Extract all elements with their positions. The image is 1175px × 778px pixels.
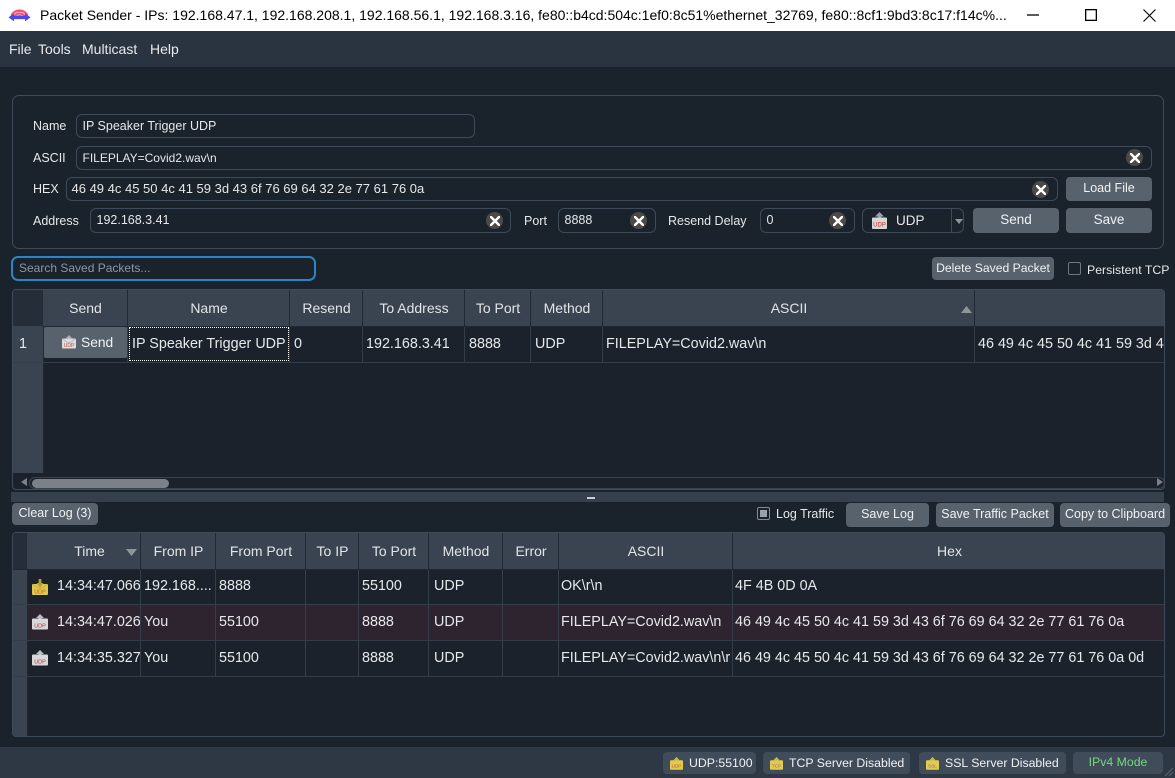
svg-text:UDP: UDP bbox=[34, 660, 46, 666]
svg-text:UDP: UDP bbox=[672, 764, 682, 769]
svg-text:UDP: UDP bbox=[34, 590, 46, 596]
svg-text:UDP: UDP bbox=[34, 624, 46, 630]
svg-text:TCP: TCP bbox=[772, 764, 781, 769]
svg-text:SSL: SSL bbox=[928, 764, 937, 769]
svg-text:UDP: UDP bbox=[64, 343, 75, 349]
svg-text:UDP: UDP bbox=[873, 223, 886, 229]
